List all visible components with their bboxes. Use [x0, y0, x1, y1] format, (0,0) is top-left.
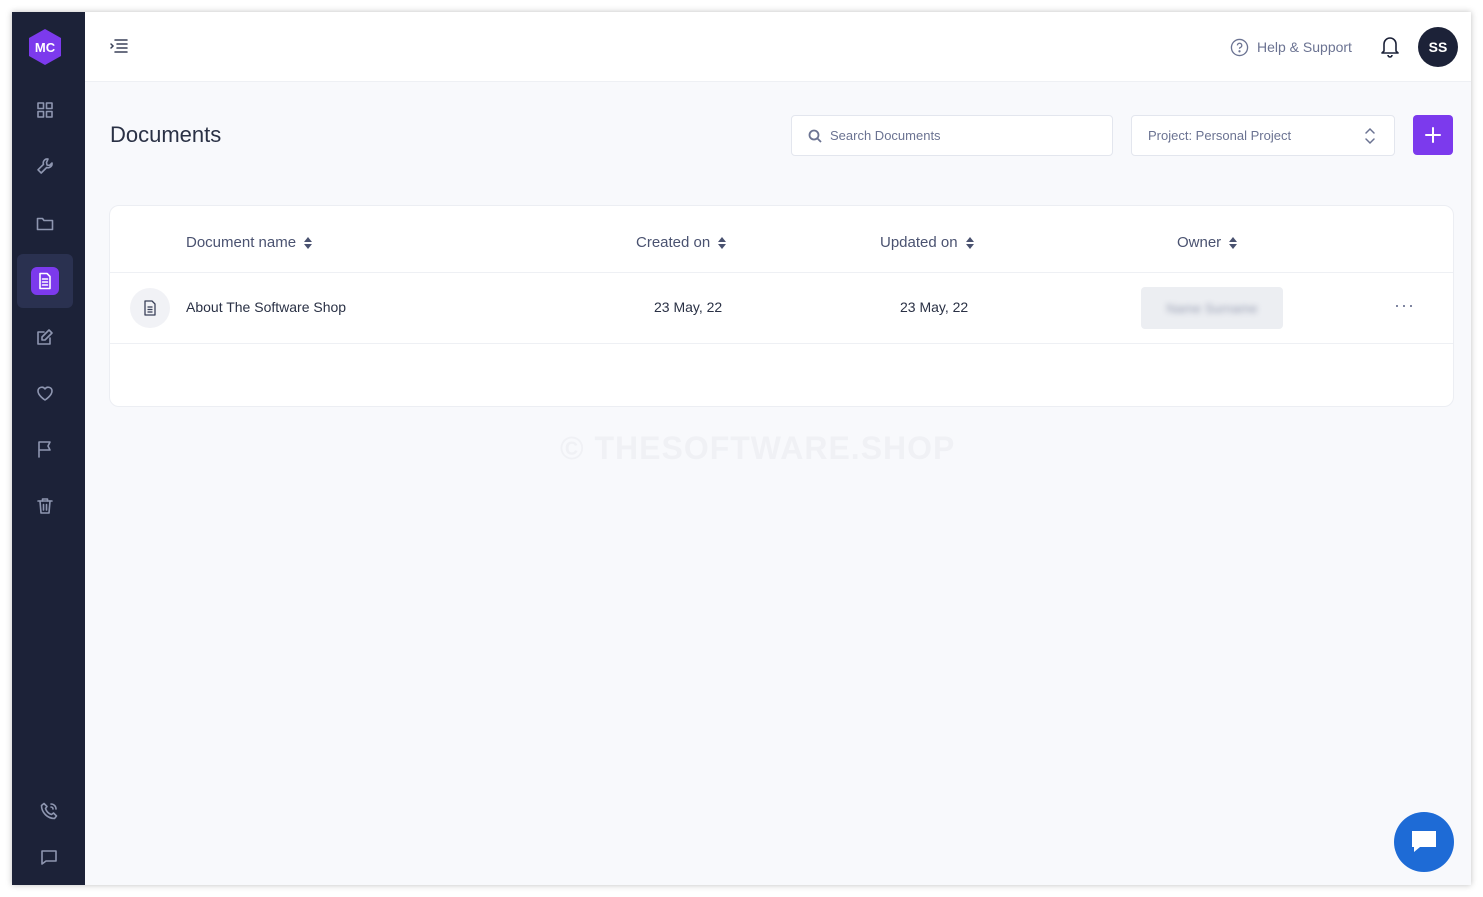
avatar[interactable]: SS: [1418, 27, 1458, 67]
sidebar-item-dashboard[interactable]: [17, 83, 73, 137]
wrench-icon: [37, 158, 53, 174]
chevron-updown-icon: [1365, 127, 1375, 145]
watermark: © THESOFTWARE.SHOP: [560, 430, 956, 466]
sort-icon: [1229, 236, 1238, 249]
logo-icon[interactable]: MC: [28, 28, 62, 66]
search-input[interactable]: [830, 128, 1090, 143]
column-header-created-on[interactable]: Created on: [636, 234, 727, 251]
edit-icon: [37, 329, 53, 345]
phone-icon: [40, 802, 58, 820]
sidebar-item-documents[interactable]: [17, 254, 73, 308]
created-on: 23 May, 22: [654, 299, 723, 315]
document-icon: [39, 272, 51, 290]
sidebar: MC: [12, 12, 85, 885]
app-window: MC Help & Support SS Documents Search Do…: [12, 12, 1471, 885]
sidebar-item-trash[interactable]: [17, 479, 73, 533]
plus-icon: [1425, 127, 1441, 143]
owner-chip: Name Surname: [1141, 287, 1283, 329]
svg-text:MC: MC: [35, 40, 56, 55]
file-icon: [130, 288, 170, 328]
bell-icon[interactable]: [1379, 34, 1401, 58]
sidebar-item-flags[interactable]: [17, 422, 73, 476]
sort-icon: [718, 236, 727, 249]
add-document-button[interactable]: [1413, 115, 1453, 155]
updated-on: 23 May, 22: [900, 299, 969, 315]
sort-icon: [965, 236, 974, 249]
sidebar-item-favorites[interactable]: [17, 366, 73, 420]
top-bar: Help & Support SS: [85, 12, 1471, 82]
column-header-owner[interactable]: Owner: [1177, 234, 1238, 251]
column-header-updated-on[interactable]: Updated on: [880, 234, 974, 251]
project-select-value: Project: Personal Project: [1148, 128, 1292, 143]
flag-icon: [38, 441, 51, 458]
sort-icon: [304, 236, 313, 249]
grid-icon: [37, 102, 53, 118]
search-icon: [808, 129, 822, 143]
project-select[interactable]: Project: Personal Project: [1131, 115, 1395, 156]
menu-toggle-icon[interactable]: [109, 36, 129, 56]
page-title: Documents: [110, 122, 222, 147]
heart-icon: [37, 386, 53, 401]
folder-icon: [36, 217, 54, 231]
sidebar-item-edit[interactable]: [17, 310, 73, 364]
trash-icon: [37, 498, 53, 514]
sidebar-item-projects[interactable]: [17, 196, 73, 250]
table-row[interactable]: About The Software Shop 23 May, 22 23 Ma…: [110, 273, 1453, 344]
chat-bubble-icon: [1412, 831, 1436, 852]
more-options-icon[interactable]: ···: [1394, 295, 1415, 316]
chat-widget-button[interactable]: [1394, 812, 1454, 872]
chat-icon: [41, 850, 57, 865]
help-icon: [1230, 38, 1249, 56]
sidebar-item-messages[interactable]: [21, 830, 77, 884]
sidebar-item-tools[interactable]: [17, 139, 73, 193]
owner-name: Name Surname: [1166, 300, 1258, 316]
help-support-link[interactable]: Help & Support: [1230, 36, 1352, 58]
column-header-document-name[interactable]: Document name: [186, 234, 313, 251]
search-box[interactable]: [791, 115, 1113, 156]
document-name[interactable]: About The Software Shop: [186, 299, 346, 315]
help-support-label: Help & Support: [1257, 39, 1352, 55]
documents-table: Document name Created on Updated on Owne…: [109, 205, 1454, 407]
